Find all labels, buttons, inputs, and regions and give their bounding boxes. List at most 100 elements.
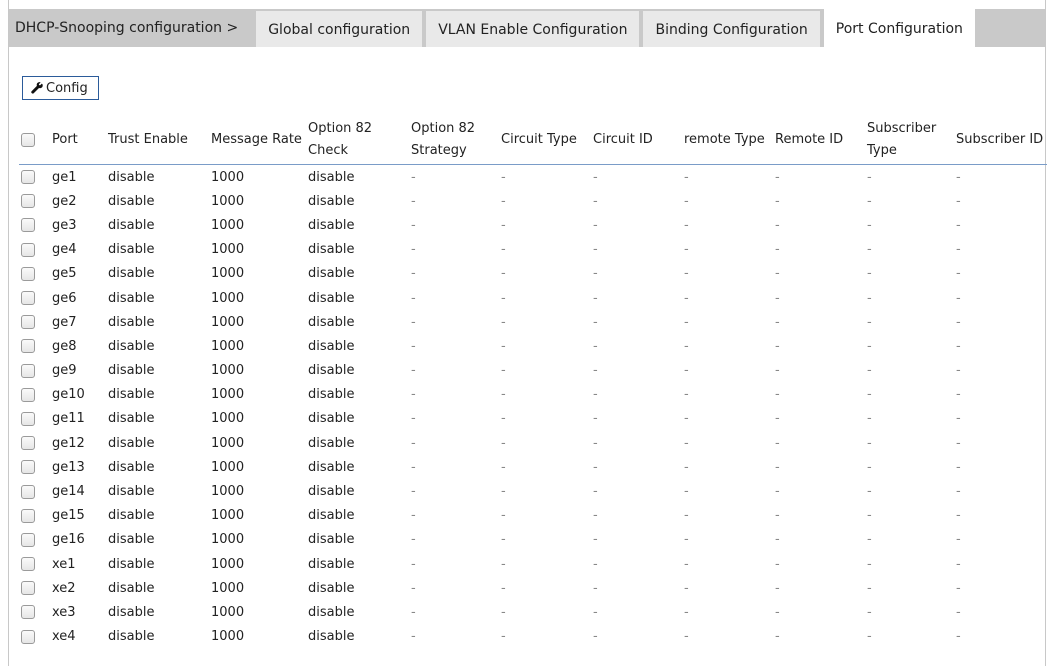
cell-subscriber-id: - — [956, 338, 961, 354]
cell-circuit-id: - — [593, 242, 598, 258]
row-checkbox[interactable] — [21, 605, 35, 620]
cell-subscriber-type: - — [867, 459, 872, 475]
cell-port: ge4 — [52, 242, 77, 258]
row-checkbox[interactable] — [21, 218, 35, 233]
header-circuit-id[interactable]: Circuit ID — [591, 116, 682, 165]
cell-remote-type: - — [684, 169, 689, 185]
table-row[interactable]: ge11 disable 1000 disable - - - - - - - — [19, 407, 1047, 431]
table-row[interactable]: xe2 disable 1000 disable - - - - - - - — [19, 576, 1047, 600]
row-checkbox[interactable] — [21, 315, 35, 330]
row-checkbox[interactable] — [21, 266, 35, 281]
table-row[interactable]: ge1 disable 1000 disable - - - - - - - — [19, 165, 1047, 190]
table-row[interactable]: ge2 disable 1000 disable - - - - - - - — [19, 189, 1047, 213]
table-row[interactable]: ge3 disable 1000 disable - - - - - - - — [19, 213, 1047, 237]
table-row[interactable]: ge9 disable 1000 disable - - - - - - - — [19, 359, 1047, 383]
header-remote-type[interactable]: remote Type — [682, 116, 773, 165]
table-row[interactable]: ge8 disable 1000 disable - - - - - - - — [19, 334, 1047, 358]
row-checkbox[interactable] — [21, 532, 35, 547]
row-checkbox[interactable] — [21, 436, 35, 451]
breadcrumb[interactable]: DHCP-Snooping configuration > — [9, 9, 252, 47]
table-row[interactable]: ge15 disable 1000 disable - - - - - - - — [19, 504, 1047, 528]
cell-remote-id: - — [775, 266, 780, 282]
table-row[interactable]: xe1 disable 1000 disable - - - - - - - — [19, 552, 1047, 576]
table-row[interactable]: ge7 disable 1000 disable - - - - - - - — [19, 310, 1047, 334]
cell-message-rate: 1000 — [211, 290, 245, 306]
table-row[interactable]: ge12 disable 1000 disable - - - - - - - — [19, 431, 1047, 455]
row-checkbox[interactable] — [21, 194, 35, 209]
cell-subscriber-type: - — [867, 435, 872, 451]
table-row[interactable]: xe4 disable 1000 disable - - - - - - - — [19, 625, 1047, 649]
header-message-rate[interactable]: Message Rate — [209, 116, 306, 165]
cell-option82-check: disable — [308, 484, 355, 500]
row-checkbox[interactable] — [21, 484, 35, 499]
cell-circuit-id: - — [593, 532, 598, 548]
select-all-checkbox[interactable] — [21, 132, 35, 147]
cell-circuit-type: - — [501, 435, 506, 451]
cell-remote-type: - — [684, 556, 689, 572]
row-checkbox[interactable] — [21, 557, 35, 572]
row-checkbox[interactable] — [21, 291, 35, 306]
table-row[interactable]: ge10 disable 1000 disable - - - - - - - — [19, 383, 1047, 407]
row-checkbox[interactable] — [21, 508, 35, 523]
cell-option82-check: disable — [308, 508, 355, 524]
cell-subscriber-type: - — [867, 363, 872, 379]
cell-circuit-type: - — [501, 266, 506, 282]
cell-remote-type: - — [684, 314, 689, 330]
row-checkbox[interactable] — [21, 411, 35, 426]
cell-remote-id: - — [775, 338, 780, 354]
cell-subscriber-type: - — [867, 217, 872, 233]
port-config-table: Port Trust Enable Message Rate Option 82… — [19, 116, 1047, 649]
cell-trust-enable: disable — [108, 387, 155, 403]
cell-trust-enable: disable — [108, 435, 155, 451]
cell-circuit-id: - — [593, 508, 598, 524]
tab-binding-configuration[interactable]: Binding Configuration — [643, 11, 820, 47]
row-checkbox[interactable] — [21, 387, 35, 402]
table-row[interactable]: ge4 disable 1000 disable - - - - - - - — [19, 238, 1047, 262]
table-row[interactable]: ge16 disable 1000 disable - - - - - - - — [19, 528, 1047, 552]
table-row[interactable]: ge5 disable 1000 disable - - - - - - - — [19, 262, 1047, 286]
table-row[interactable]: ge6 disable 1000 disable - - - - - - - — [19, 286, 1047, 310]
header-subscriber-type[interactable]: Subscriber Type — [865, 116, 954, 165]
cell-option82-strategy: - — [411, 387, 416, 403]
cell-remote-id: - — [775, 169, 780, 185]
cell-option82-check: disable — [308, 387, 355, 403]
header-remote-id[interactable]: Remote ID — [773, 116, 865, 165]
row-checkbox[interactable] — [21, 629, 35, 644]
wrench-icon — [31, 82, 43, 94]
cell-subscriber-id: - — [956, 169, 961, 185]
row-checkbox[interactable] — [21, 581, 35, 596]
header-trust-enable[interactable]: Trust Enable — [106, 116, 209, 165]
row-checkbox[interactable] — [21, 460, 35, 475]
header-port[interactable]: Port — [50, 116, 106, 165]
table-row[interactable]: ge13 disable 1000 disable - - - - - - - — [19, 455, 1047, 479]
header-circuit-type[interactable]: Circuit Type — [499, 116, 591, 165]
tab-port-configuration[interactable]: Port Configuration — [823, 9, 975, 47]
cell-circuit-id: - — [593, 169, 598, 185]
cell-remote-id: - — [775, 217, 780, 233]
table-row[interactable]: xe3 disable 1000 disable - - - - - - - — [19, 600, 1047, 624]
cell-remote-id: - — [775, 435, 780, 451]
cell-option82-strategy: - — [411, 217, 416, 233]
row-checkbox[interactable] — [21, 170, 35, 185]
row-checkbox[interactable] — [21, 363, 35, 378]
tab-vlan-enable-configuration[interactable]: VLAN Enable Configuration — [426, 11, 640, 47]
table-row[interactable]: ge14 disable 1000 disable - - - - - - - — [19, 479, 1047, 503]
cell-subscriber-type: - — [867, 580, 872, 596]
cell-subscriber-id: - — [956, 193, 961, 209]
cell-trust-enable: disable — [108, 629, 155, 645]
cell-subscriber-id: - — [956, 532, 961, 548]
cell-subscriber-id: - — [956, 266, 961, 282]
cell-circuit-id: - — [593, 459, 598, 475]
row-checkbox[interactable] — [21, 339, 35, 354]
row-checkbox[interactable] — [21, 242, 35, 257]
cell-circuit-type: - — [501, 387, 506, 403]
cell-subscriber-id: - — [956, 508, 961, 524]
config-button[interactable]: Config — [22, 76, 99, 100]
header-option82-check[interactable]: Option 82 Check — [306, 116, 409, 165]
tab-global-configuration[interactable]: Global configuration — [256, 11, 423, 47]
cell-option82-strategy: - — [411, 508, 416, 524]
header-subscriber-id[interactable]: Subscriber ID — [954, 116, 1047, 165]
cell-port: ge1 — [52, 169, 77, 185]
cell-circuit-id: - — [593, 266, 598, 282]
header-option82-strategy[interactable]: Option 82 Strategy — [409, 116, 499, 165]
